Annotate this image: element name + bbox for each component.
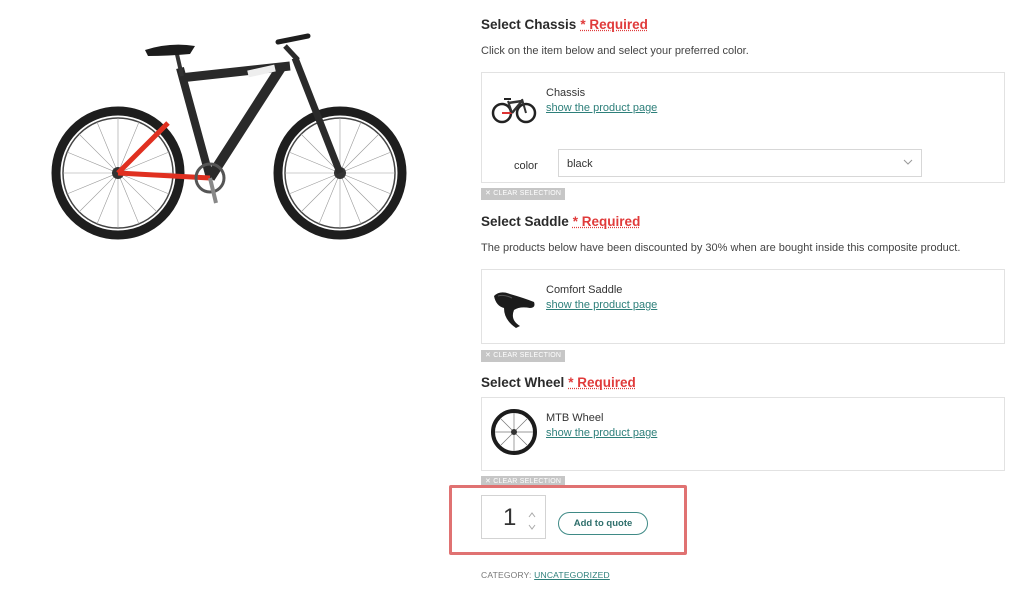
saddle-product-link[interactable]: show the product page bbox=[546, 299, 657, 311]
product-main-image bbox=[50, 28, 410, 243]
chassis-section-title: Select Chassis * Required bbox=[481, 17, 648, 32]
required-marker: * Required bbox=[568, 375, 636, 390]
quantity-value: 1 bbox=[503, 504, 517, 531]
saddle-section-title: Select Saddle * Required bbox=[481, 214, 640, 229]
color-select-value: black bbox=[567, 158, 593, 170]
chassis-title-text: Select Chassis bbox=[481, 17, 577, 32]
chassis-product-name: Chassis bbox=[546, 87, 586, 99]
wheel-product-card[interactable]: MTB Wheel show the product page bbox=[481, 397, 1005, 471]
chevron-down-icon[interactable] bbox=[527, 519, 537, 530]
product-category: CATEGORY: UNCATEGORIZED bbox=[481, 570, 610, 580]
chassis-description: Click on the item below and select your … bbox=[481, 45, 749, 57]
add-to-quote-button[interactable]: Add to quote bbox=[558, 512, 648, 535]
chevron-down-icon bbox=[901, 155, 915, 169]
saddle-product-name: Comfort Saddle bbox=[546, 284, 623, 296]
chassis-clear-selection[interactable]: ✕ CLEAR SELECTION bbox=[481, 188, 566, 200]
required-marker: * Required bbox=[572, 214, 641, 229]
chassis-product-card[interactable]: Chassis show the product page color blac… bbox=[481, 72, 1005, 183]
color-select[interactable]: black bbox=[558, 149, 922, 177]
required-marker: * Required bbox=[580, 17, 648, 32]
bike-thumbnail bbox=[490, 83, 538, 131]
category-label: CATEGORY: bbox=[481, 570, 532, 580]
chevron-up-icon[interactable] bbox=[527, 507, 537, 518]
saddle-thumbnail bbox=[490, 280, 538, 328]
quantity-stepper[interactable]: 1 bbox=[481, 495, 546, 539]
wheel-thumbnail bbox=[490, 408, 538, 456]
wheel-title-text: Select Wheel bbox=[481, 375, 565, 390]
saddle-product-card[interactable]: Comfort Saddle show the product page bbox=[481, 269, 1005, 344]
wheel-section-title: Select Wheel * Required bbox=[481, 375, 636, 390]
saddle-clear-selection[interactable]: ✕ CLEAR SELECTION bbox=[481, 350, 566, 362]
wheel-product-name: MTB Wheel bbox=[546, 412, 604, 424]
saddle-title-text: Select Saddle bbox=[481, 214, 569, 229]
wheel-product-link[interactable]: show the product page bbox=[546, 427, 657, 439]
category-link[interactable]: UNCATEGORIZED bbox=[534, 570, 610, 580]
chassis-product-link[interactable]: show the product page bbox=[546, 102, 657, 114]
saddle-description: The products below have been discounted … bbox=[481, 242, 961, 254]
color-label: color bbox=[514, 160, 538, 172]
